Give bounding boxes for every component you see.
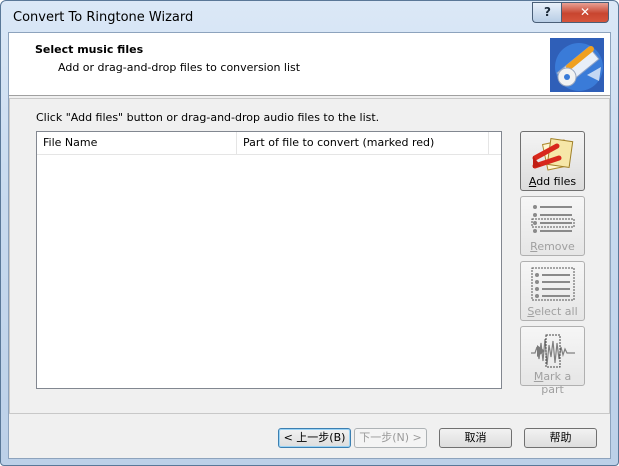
wizard-header: Select music files Add or drag-and-drop … — [9, 33, 610, 96]
help-caption-button[interactable]: ? — [532, 2, 562, 23]
select-all-icon — [531, 266, 575, 304]
next-button[interactable]: 下一步(N) > — [354, 428, 427, 448]
remove-label: Remove — [530, 240, 575, 253]
mark-part-label: Mark a part — [533, 370, 572, 396]
title-bar[interactable]: Convert To Ringtone Wizard ? ✕ — [1, 1, 618, 35]
waveform-mark-icon — [531, 331, 575, 369]
page-title: Select music files — [35, 43, 144, 56]
remove-button[interactable]: Remove — [520, 196, 585, 256]
select-all-label: Select all — [527, 305, 578, 318]
mark-part-button[interactable]: Mark a part — [520, 326, 585, 396]
main-panel: Click "Add files" button or drag-and-dro… — [9, 98, 610, 414]
add-files-button[interactable]: Add files — [520, 131, 585, 191]
cancel-button[interactable]: 取消 — [439, 428, 512, 448]
ringtone-wizard-logo-icon — [549, 37, 605, 93]
help-button[interactable]: 帮助 — [524, 428, 597, 448]
column-header-part[interactable]: Part of file to convert (marked red) — [237, 132, 489, 154]
remove-list-icon — [531, 201, 575, 239]
add-files-label: Add files — [528, 175, 577, 188]
back-button[interactable]: < 上一步(B) — [278, 428, 351, 448]
page-subtitle: Add or drag-and-drop files to conversion… — [58, 61, 301, 74]
file-list-header: File Name Part of file to convert (marke… — [37, 132, 501, 155]
close-button[interactable]: ✕ — [561, 2, 609, 23]
wizard-client-area: Select music files Add or drag-and-drop … — [8, 32, 611, 459]
instruction-text: Click "Add files" button or drag-and-dro… — [36, 111, 380, 124]
column-header-file-name[interactable]: File Name — [37, 132, 237, 154]
wizard-window: Convert To Ringtone Wizard ? ✕ Select mu… — [0, 0, 619, 466]
add-files-icon — [531, 136, 575, 174]
select-all-button[interactable]: Select all — [520, 261, 585, 321]
window-title: Convert To Ringtone Wizard — [13, 10, 194, 25]
file-list[interactable]: File Name Part of file to convert (marke… — [36, 131, 502, 389]
